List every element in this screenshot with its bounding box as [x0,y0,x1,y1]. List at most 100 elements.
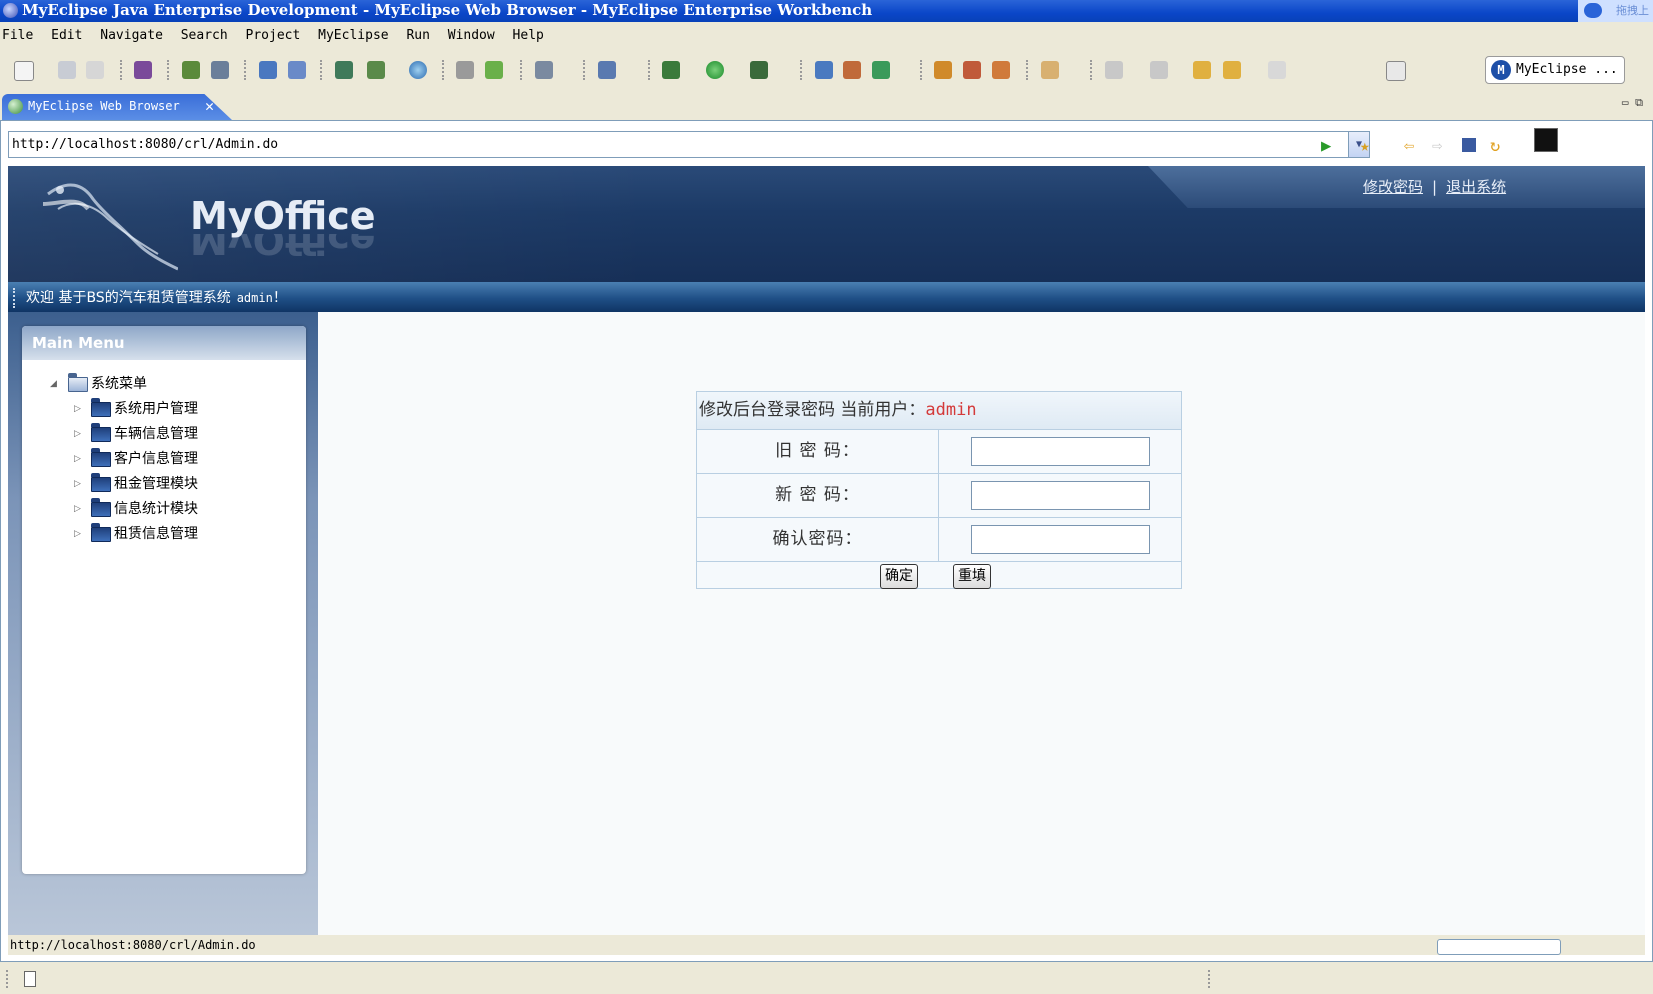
menu-edit[interactable]: Edit [49,24,88,48]
new-ejb-icon[interactable] [367,61,385,79]
url-text: http://localhost:8080/crl/Admin.do [12,137,279,152]
submit-button[interactable]: 确定 [880,564,918,589]
web-browser-icon[interactable] [409,61,427,79]
change-password-link[interactable]: 修改密码 [1363,178,1423,196]
tree-item-users[interactable]: ▷ 系统用户管理 [22,397,306,422]
reset-button[interactable]: 重填 [953,564,991,589]
sidebar: Main Menu ◢ 系统菜单 ▷ 系统用户管理 ▷ 车辆信息管理 ▷ 客户信… [8,312,318,935]
expand-icon[interactable]: ▷ [74,522,81,547]
run-icon[interactable] [706,61,724,79]
menu-project[interactable]: Project [244,24,307,48]
myeclipse-app-icon [3,3,18,18]
save-icon[interactable] [58,61,76,79]
tools-icon[interactable] [598,61,616,79]
menu-window[interactable]: Window [446,24,501,48]
tree-item-rent[interactable]: ▷ 租金管理模块 [22,472,306,497]
debug-icon[interactable] [182,61,200,79]
go-icon[interactable]: ▶ [1321,136,1339,156]
expand-icon[interactable]: ▷ [74,397,81,422]
server-icon[interactable] [211,61,229,79]
open-task-icon[interactable] [934,61,952,79]
refresh-icon[interactable] [872,61,890,79]
new-web-project-icon[interactable] [335,61,353,79]
deploy-icon[interactable] [259,61,277,79]
logo-reflection: MyOffice [190,234,376,262]
favorites-icon[interactable]: ★ [1360,136,1378,155]
back-icon[interactable] [1223,61,1241,79]
fast-view-icon[interactable] [24,971,36,987]
last-edit-icon[interactable] [1193,61,1211,79]
bug-icon[interactable] [662,61,680,79]
menu-help[interactable]: Help [511,24,550,48]
confirm-password-label: 确认密码： [697,518,939,561]
browser-status-bar: http://localhost:8080/crl/Admin.do [8,935,1645,955]
browser-forward-icon[interactable]: ⇨ [1432,136,1450,156]
expand-icon[interactable]: ▷ [74,422,81,447]
menu-run[interactable]: Run [404,24,435,48]
expand-icon[interactable]: ▷ [74,472,81,497]
menu-tree: ◢ 系统菜单 ▷ 系统用户管理 ▷ 车辆信息管理 ▷ 客户信息管理 ▷ 租金管理… [22,372,306,547]
print-icon[interactable] [86,61,104,79]
new-password-field[interactable] [971,481,1150,510]
drag-upload-widget[interactable]: 拖拽上 [1578,0,1653,22]
window-title: MyEclipse Java Enterprise Development - … [22,1,873,19]
tree-item-statistics[interactable]: ▷ 信息统计模块 [22,497,306,522]
edit-icon[interactable] [992,61,1010,79]
open-perspective-icon[interactable] [1386,61,1406,81]
maximize-icon[interactable]: ⧉ [1635,96,1643,109]
menu-search[interactable]: Search [179,24,234,48]
old-password-field[interactable] [971,437,1150,466]
previous-annotation-icon[interactable] [1150,61,1168,79]
tree-item-leasing[interactable]: ▷ 租赁信息管理 [22,522,306,547]
refresh-page-icon[interactable]: ↻ [1490,136,1508,156]
hibernate-icon[interactable] [843,61,861,79]
tree-item-vehicles[interactable]: ▷ 车辆信息管理 [22,422,306,447]
main-toolbar: M MyEclipse ... [0,50,1653,93]
minimize-icon[interactable]: ▭ [1622,96,1629,109]
menu-file[interactable]: File [0,24,39,48]
collapse-icon[interactable]: ◢ [50,372,57,397]
workbench-status-bar [0,964,1653,994]
tab-web-browser[interactable]: MyEclipse Web Browser ✕ [2,94,232,120]
open-type-icon[interactable] [535,61,553,79]
confirm-password-field[interactable] [971,525,1150,554]
add-icon[interactable] [485,61,503,79]
tree-root[interactable]: ◢ 系统菜单 [22,372,306,397]
url-field[interactable]: http://localhost:8080/crl/Admin.do ▼ [8,131,1370,158]
folder-icon [91,473,111,492]
next-annotation-icon[interactable] [1105,61,1123,79]
stop-icon[interactable] [1462,138,1476,152]
link-divider: | [1432,178,1438,196]
browser-back-icon[interactable]: ⇦ [1404,136,1422,156]
welcome-text: 欢迎 基于BS的汽车租赁管理系统 admin！ [26,287,287,307]
logout-link[interactable]: 退出系统 [1446,178,1506,196]
package-icon[interactable] [134,61,152,79]
close-icon[interactable]: ✕ [205,94,214,118]
myeclipse-perspective-icon: M [1491,60,1511,80]
forward-icon[interactable] [1268,61,1286,79]
toolbar-separator [442,60,447,80]
new-icon[interactable] [14,61,34,81]
folder-icon [91,423,111,442]
menu-myeclipse[interactable]: MyEclipse [316,24,394,48]
web-page: MyOffice MyOffice 修改密码 | 退出系统 欢迎 基于BS的汽车租赁… [8,166,1645,935]
expand-icon[interactable]: ▷ [74,497,81,522]
status-url: http://localhost:8080/crl/Admin.do [10,938,256,952]
tree-item-customers[interactable]: ▷ 客户信息管理 [22,447,306,472]
menu-navigate[interactable]: Navigate [98,24,169,48]
progress-bar [1437,939,1561,955]
import-icon[interactable] [456,61,474,79]
external-tools-icon[interactable] [750,61,768,79]
current-user: admin [925,400,977,420]
search-icon[interactable] [288,61,306,79]
old-password-row: 旧 密 码： [697,430,1181,474]
menu-bar: File Edit Navigate Search Project MyEcli… [0,24,1653,48]
folder-icon[interactable] [1041,61,1059,79]
rocket-icon[interactable] [963,61,981,79]
perspective-switcher[interactable]: M MyEclipse ... [1485,56,1625,84]
welcome-suffix: ！ [272,290,287,306]
deploy-project-icon[interactable] [815,61,833,79]
expand-icon[interactable]: ▷ [74,447,81,472]
browser-widget-icon[interactable] [1534,128,1558,152]
folder-icon [91,498,111,517]
